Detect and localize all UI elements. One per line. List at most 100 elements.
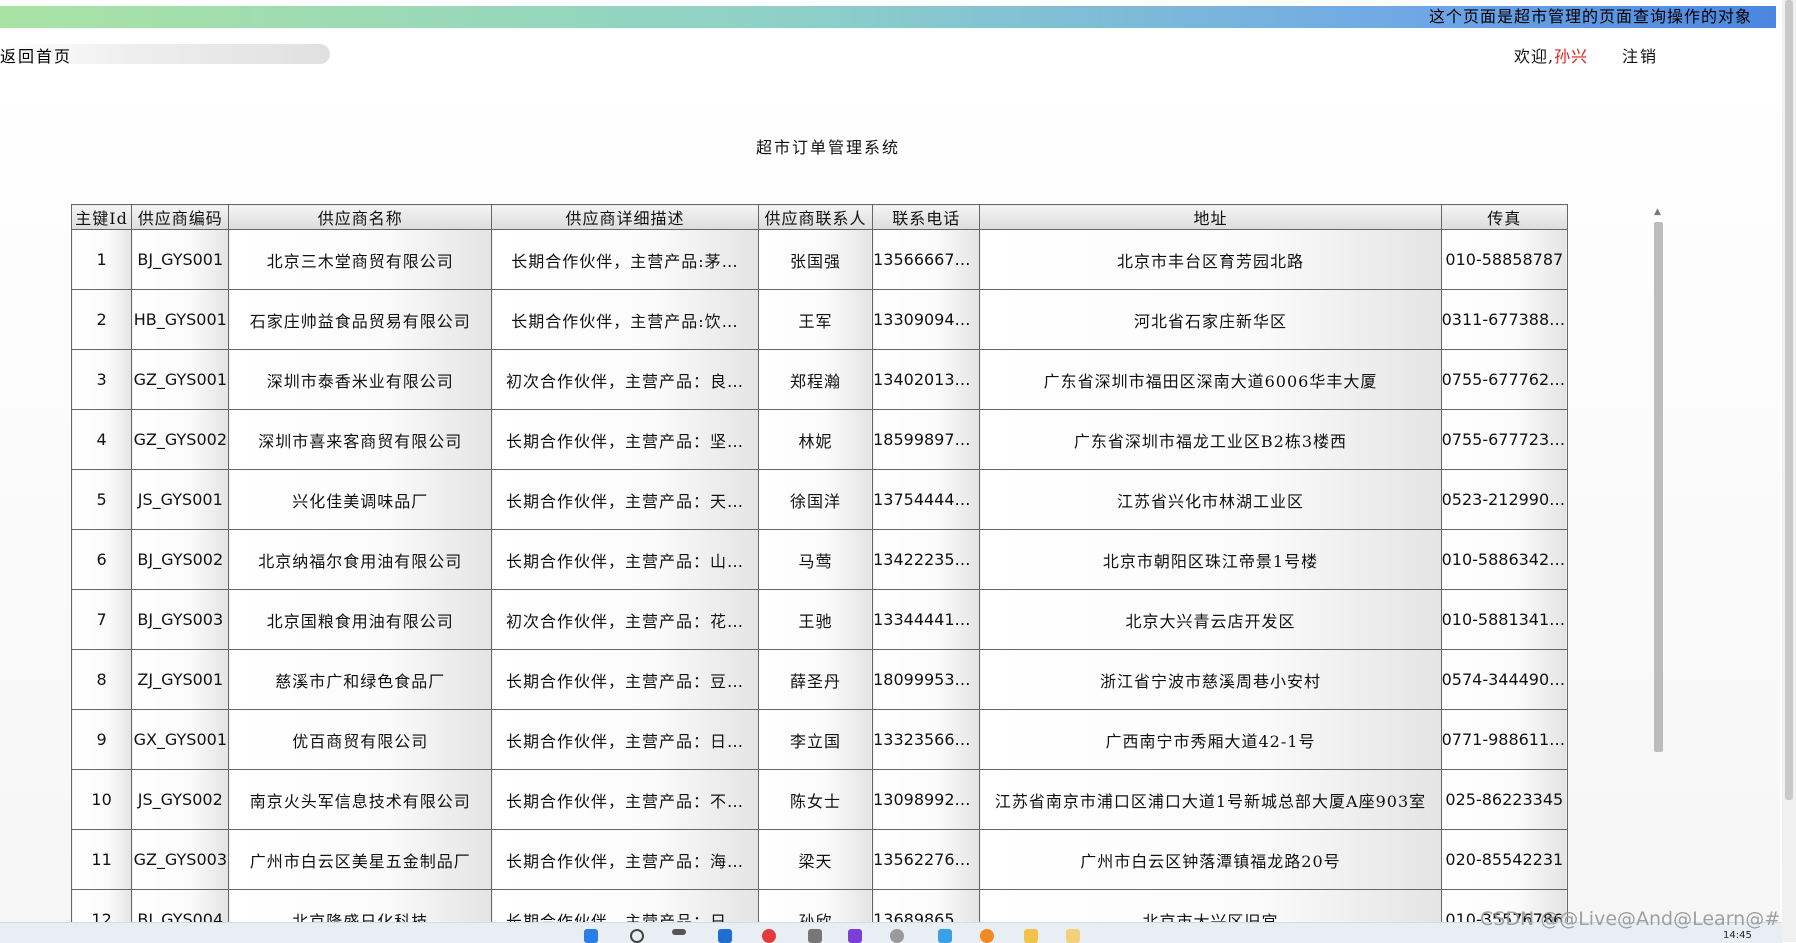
cell-code: BJ_GYS003 [131, 589, 230, 650]
firefox-app-icon[interactable] [980, 929, 994, 943]
notes-app-icon[interactable] [1066, 929, 1080, 943]
table-row[interactable]: 3 GZ_GYS001 深圳市泰香米业有限公司 初次合作伙伴，主营产品：良… 郑程瀚 13… [71, 349, 1568, 410]
folder-app-icon[interactable] [1024, 929, 1038, 943]
table-scrollbar[interactable]: ▲ [1651, 207, 1667, 922]
cell-phone: 13323566543 [872, 709, 981, 770]
cell-phone: 13422235678 [872, 529, 981, 590]
watermark: CSDN @@Live@And@Learn@# [1480, 908, 1781, 930]
cell-desc: 初次合作伙伴，主营产品：花… [491, 589, 759, 650]
table-body: 1 BJ_GYS001 北京三木堂商贸有限公司 长期合作伙伴，主营产品:茅… 张国强 13… [71, 229, 1568, 922]
cell-fax: 0755-67772341 [1440, 409, 1568, 470]
table-row[interactable]: 5 JS_GYS001 兴化佳美调味品厂 长期合作伙伴，主营产品：天… 徐国洋 13754… [71, 469, 1568, 530]
scroll-up-arrow-icon[interactable]: ▲ [1654, 207, 1661, 217]
cell-desc: 长期合作伙伴，主营产品：坚… [491, 409, 759, 470]
back-home-link[interactable]: 返回首页 [0, 43, 72, 67]
cell-phone: 13689865678 [872, 889, 981, 922]
cell-desc: 长期合作伙伴，主营产品:茅… [491, 229, 759, 290]
cell-contact: 郑程瀚 [757, 349, 874, 410]
table-row[interactable]: 12 BJ_GYS004 北京隆盛日化科技 长期合作伙伴，主营产品：日… 孙欣 13689… [71, 889, 1568, 922]
column-header: 联系电话 [872, 204, 981, 230]
username: 孙兴 [1554, 47, 1589, 66]
cell-address: 广东省深圳市福龙工业区B2栋3楼西 [979, 409, 1442, 470]
cell-id: 10 [71, 769, 133, 830]
cell-name: 深圳市喜来客商贸有限公司 [228, 409, 493, 470]
cell-fax: 0771-98861134 [1440, 709, 1568, 770]
cell-fax: 010-58858787 [1440, 229, 1568, 290]
column-header: 供应商名称 [228, 204, 493, 230]
cell-desc: 初次合作伙伴，主营产品：良… [491, 349, 759, 410]
table-row[interactable]: 8 ZJ_GYS001 慈溪市广和绿色食品厂 长期合作伙伴，主营产品：豆… 薛圣丹 180… [71, 649, 1568, 710]
cell-code: GZ_GYS001 [131, 349, 230, 410]
cell-code: GZ_GYS002 [131, 409, 230, 470]
table-row[interactable]: 9 GX_GYS001 优百商贸有限公司 长期合作伙伴，主营产品：日… 李立国 13323… [71, 709, 1568, 770]
cell-contact: 李立国 [757, 709, 874, 770]
windows-start-icon[interactable] [584, 929, 598, 943]
ide-app-icon[interactable] [848, 929, 862, 943]
cell-name: 深圳市泰香米业有限公司 [228, 349, 493, 410]
cell-contact: 梁天 [757, 829, 874, 890]
table-row[interactable]: 4 GZ_GYS002 深圳市喜来客商贸有限公司 长期合作伙伴，主营产品：坚… 林妮 18… [71, 409, 1568, 470]
search-icon[interactable] [630, 929, 644, 943]
cell-code: HB_GYS001 [131, 289, 230, 350]
column-header: 主键Id [71, 204, 133, 230]
cell-code: BJ_GYS001 [131, 229, 230, 290]
banner-text: 这个页面是超市管理的页面查询操作的对象 [1428, 7, 1752, 26]
scroll-thumb[interactable] [1654, 222, 1663, 752]
cell-id: 1 [71, 229, 133, 290]
app-icon[interactable] [890, 929, 904, 943]
cell-phone: 13098992113 [872, 769, 981, 830]
cell-code: BJ_GYS002 [131, 529, 230, 590]
cell-address: 江苏省兴化市林湖工业区 [979, 469, 1442, 530]
cell-phone: 13566667777 [872, 229, 981, 290]
cell-name: 兴化佳美调味品厂 [228, 469, 493, 530]
cell-name: 北京隆盛日化科技 [228, 889, 493, 922]
table-row[interactable]: 6 BJ_GYS002 北京纳福尔食用油有限公司 长期合作伙伴，主营产品：山… 马莺 13… [71, 529, 1568, 590]
cell-name: 北京三木堂商贸有限公司 [228, 229, 493, 290]
cell-name: 北京纳福尔食用油有限公司 [228, 529, 493, 590]
cell-address: 北京大兴青云店开发区 [979, 589, 1442, 650]
cell-contact: 孙欣 [757, 889, 874, 922]
table-row[interactable]: 7 BJ_GYS003 北京国粮食用油有限公司 初次合作伙伴，主营产品：花… 王驰 133… [71, 589, 1568, 650]
cell-code: ZJ_GYS001 [131, 649, 230, 710]
cell-contact: 马莺 [757, 529, 874, 590]
browser-app-icon[interactable] [762, 929, 776, 943]
table-row[interactable]: 11 GZ_GYS003 广州市白云区美星五金制品厂 长期合作伙伴，主营产品：海… 梁天… [71, 829, 1568, 890]
cell-address: 广西南宁市秀厢大道42-1号 [979, 709, 1442, 770]
cell-id: 3 [71, 349, 133, 410]
cell-id: 7 [71, 589, 133, 650]
cell-desc: 长期合作伙伴，主营产品：日… [491, 709, 759, 770]
cell-code: JS_GYS002 [131, 769, 230, 830]
settings-app-icon[interactable] [808, 929, 822, 943]
cell-contact: 林妮 [757, 409, 874, 470]
cell-fax: 020-85542231 [1440, 829, 1568, 890]
column-header: 供应商编码 [131, 204, 230, 230]
logout-link[interactable]: 注销 [1622, 43, 1658, 67]
supplier-table: 主键Id 供应商编码 供应商名称 供应商详细描述 供应商联系人 联系电话 地址 传真 1 BJ_… [71, 204, 1568, 922]
cell-fax: 010-588134111 [1440, 589, 1568, 650]
table-row[interactable]: 2 HB_GYS001 石家庄帅益食品贸易有限公司 长期合作伙伴，主营产品:饮… 王军 1… [71, 289, 1568, 350]
cell-name: 慈溪市广和绿色食品厂 [228, 649, 493, 710]
cell-name: 石家庄帅益食品贸易有限公司 [228, 289, 493, 350]
task-view-icon[interactable] [672, 929, 686, 935]
cell-code: BJ_GYS004 [131, 889, 230, 922]
cell-address: 河北省石家庄新华区 [979, 289, 1442, 350]
page-scrollbar[interactable] [1782, 0, 1796, 942]
cell-code: GX_GYS001 [131, 709, 230, 770]
cell-address: 江苏省南京市浦口区浦口大道1号新城总部大厦A座903室 [979, 769, 1442, 830]
table-row[interactable]: 10 JS_GYS002 南京火头军信息技术有限公司 长期合作伙伴，主营产品：不… 陈女… [71, 769, 1568, 830]
cell-phone: 13309094212 [872, 289, 981, 350]
welcome-prefix: 欢迎, [1514, 47, 1555, 66]
cell-contact: 徐国洋 [757, 469, 874, 530]
cell-phone: 18599897645 [872, 409, 981, 470]
cell-name: 优百商贸有限公司 [228, 709, 493, 770]
cell-fax: 0523-21299098 [1440, 469, 1568, 530]
store-app-icon[interactable] [718, 929, 732, 943]
cell-desc: 长期合作伙伴，主营产品：日… [491, 889, 759, 922]
cell-id: 12 [71, 889, 133, 922]
column-header: 供应商详细描述 [491, 204, 759, 230]
cell-fax: 0574-34449090 [1440, 649, 1568, 710]
cell-contact: 陈女士 [757, 769, 874, 830]
page-scroll-thumb[interactable] [1785, 0, 1793, 800]
table-row[interactable]: 1 BJ_GYS001 北京三木堂商贸有限公司 长期合作伙伴，主营产品:茅… 张国强 13… [71, 229, 1568, 290]
editor-app-icon[interactable] [938, 929, 952, 943]
